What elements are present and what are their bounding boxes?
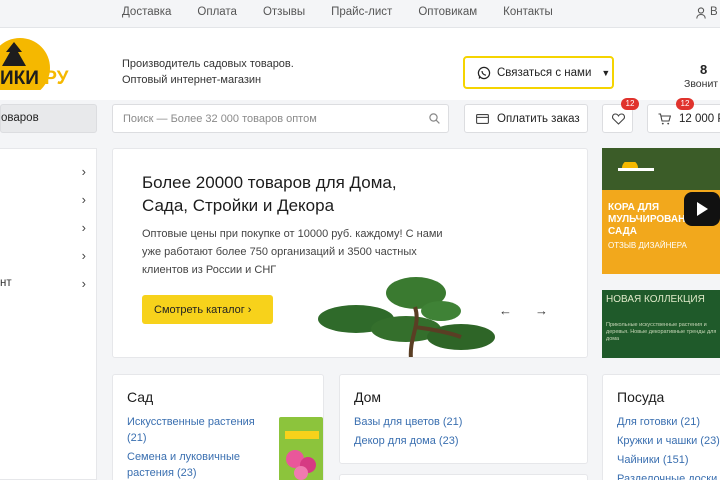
category-card-sad: Сад Искусственные растения (21) Семена и…	[112, 374, 324, 480]
cart-total: 12 000 Р	[679, 112, 720, 125]
card-link[interactable]: растения (23)	[127, 465, 267, 480]
cart-button[interactable]: 12 12 000 Р	[647, 98, 720, 133]
callback-link[interactable]: Звонит	[684, 78, 718, 90]
promo2-text: Прикольные искусственные растения и дере…	[606, 322, 717, 342]
promo-logo-icon	[618, 162, 654, 171]
pay-order-button[interactable]: Оплатить заказ	[464, 104, 588, 133]
top-bar: Доставка Оплата Отзывы Прайс-лист Оптови…	[0, 0, 720, 28]
nav-price-list[interactable]: Прайс-лист	[331, 6, 392, 18]
phone-number[interactable]: 8	[700, 62, 707, 77]
whatsapp-icon	[477, 66, 491, 79]
card-link[interactable]: Чайники (151)	[617, 452, 720, 468]
nav-wholesalers[interactable]: Оптовикам	[418, 6, 477, 18]
card-link[interactable]: (21)	[127, 430, 267, 446]
nav-reviews[interactable]: Отзывы	[263, 6, 305, 18]
chevron-right-icon: ›	[81, 220, 86, 235]
card-link[interactable]: Искусственные растения	[127, 414, 267, 430]
logo-tree-icon	[2, 42, 26, 66]
card-title[interactable]: Дом	[354, 389, 381, 405]
chevron-down-icon: ▼	[601, 67, 611, 78]
sidebar-item[interactable]: ›	[0, 247, 90, 267]
pay-order-label: Оплатить заказ	[497, 112, 580, 125]
play-icon[interactable]	[684, 192, 720, 226]
category-card-posuda: Посуда Для готовки (21) Кружки и чашки (…	[602, 374, 720, 480]
slider-next-button[interactable]: →	[535, 303, 548, 318]
sidebar-item[interactable]: ›	[0, 219, 90, 239]
favorites-button[interactable]: 12	[602, 98, 639, 133]
catalog-button[interactable]: оваров	[0, 104, 97, 133]
card-link[interactable]: Кружки и чашки (23)	[617, 433, 720, 449]
card-title[interactable]: Сад	[127, 389, 153, 405]
logo[interactable]: ИКИ.РУ	[0, 34, 75, 90]
login-label: В	[710, 6, 718, 18]
hero-banner: Более 20000 товаров для Дома, Сада, Стро…	[112, 148, 588, 358]
tagline-line2: Оптовый интернет-магазин	[122, 74, 262, 86]
category-card-dom: Дом Вазы для цветов (21) Декор для дома …	[339, 374, 588, 464]
nav-delivery[interactable]: Доставка	[122, 6, 171, 18]
tagline: Производитель садовых товаров. Оптовый и…	[122, 56, 294, 88]
whatsapp-contact-button[interactable]: Связаться с нами ▼	[463, 56, 614, 89]
top-nav: Доставка Оплата Отзывы Прайс-лист Оптови…	[122, 6, 553, 18]
chevron-right-icon: ›	[81, 192, 86, 207]
logo-text: ИКИ.РУ	[0, 68, 69, 89]
promo-new-collection[interactable]: НОВАЯ КОЛЛЕКЦИЯ Прикольные искусственные…	[602, 290, 720, 358]
card-links: Искусственные растения (21) Семена и лук…	[127, 414, 267, 480]
category-sidebar: › › › › нт ›	[0, 148, 97, 480]
card-title[interactable]: Посуда	[617, 389, 664, 405]
page: Доставка Оплата Отзывы Прайс-лист Оптови…	[0, 0, 720, 480]
nav-contacts[interactable]: Контакты	[503, 6, 553, 18]
seed-packet-image	[279, 417, 323, 480]
user-icon	[696, 7, 706, 19]
slider-prev-button[interactable]: ←	[499, 303, 512, 318]
sidebar-item[interactable]: нт ›	[0, 275, 90, 295]
card-link[interactable]: Для готовки (21)	[617, 414, 720, 430]
card-link[interactable]: Семена и луковичные	[127, 449, 267, 465]
card-links: Вазы для цветов (21) Декор для дома (23)	[354, 414, 462, 450]
nav-payment[interactable]: Оплата	[197, 6, 237, 18]
card-links: Для готовки (21) Кружки и чашки (23) Чай…	[617, 414, 720, 480]
search-input[interactable]	[113, 105, 413, 132]
search-icon[interactable]	[429, 113, 440, 124]
category-card-next	[339, 474, 588, 480]
header: ИКИ.РУ Производитель садовых товаров. Оп…	[0, 28, 720, 100]
chevron-right-icon: ›	[81, 276, 86, 291]
card-link[interactable]: Разделочные доски	[617, 471, 720, 480]
sidebar-item[interactable]: ›	[0, 163, 90, 183]
promo2-title: НОВАЯ КОЛЛЕКЦИЯ	[606, 294, 705, 305]
sidebar-item[interactable]: ›	[0, 191, 90, 211]
cart-badge: 12	[676, 98, 694, 110]
cart-icon	[658, 112, 671, 124]
card-link[interactable]: Вазы для цветов (21)	[354, 414, 462, 430]
bonsai-image	[318, 277, 495, 357]
view-catalog-button[interactable]: Смотреть каталог ›	[142, 295, 273, 324]
favorites-badge: 12	[621, 98, 639, 110]
login-link[interactable]: В	[696, 6, 718, 19]
chevron-right-icon: ›	[81, 248, 86, 263]
heart-icon	[612, 113, 625, 125]
card-icon	[476, 113, 489, 124]
hero-title: Более 20000 товаров для Дома, Сада, Стро…	[142, 173, 397, 215]
chevron-right-icon: ›	[81, 164, 86, 179]
card-link[interactable]: Декор для дома (23)	[354, 433, 462, 449]
whatsapp-label: Связаться с нами	[497, 66, 592, 79]
tagline-line1: Производитель садовых товаров.	[122, 58, 294, 70]
search-box	[112, 104, 449, 133]
